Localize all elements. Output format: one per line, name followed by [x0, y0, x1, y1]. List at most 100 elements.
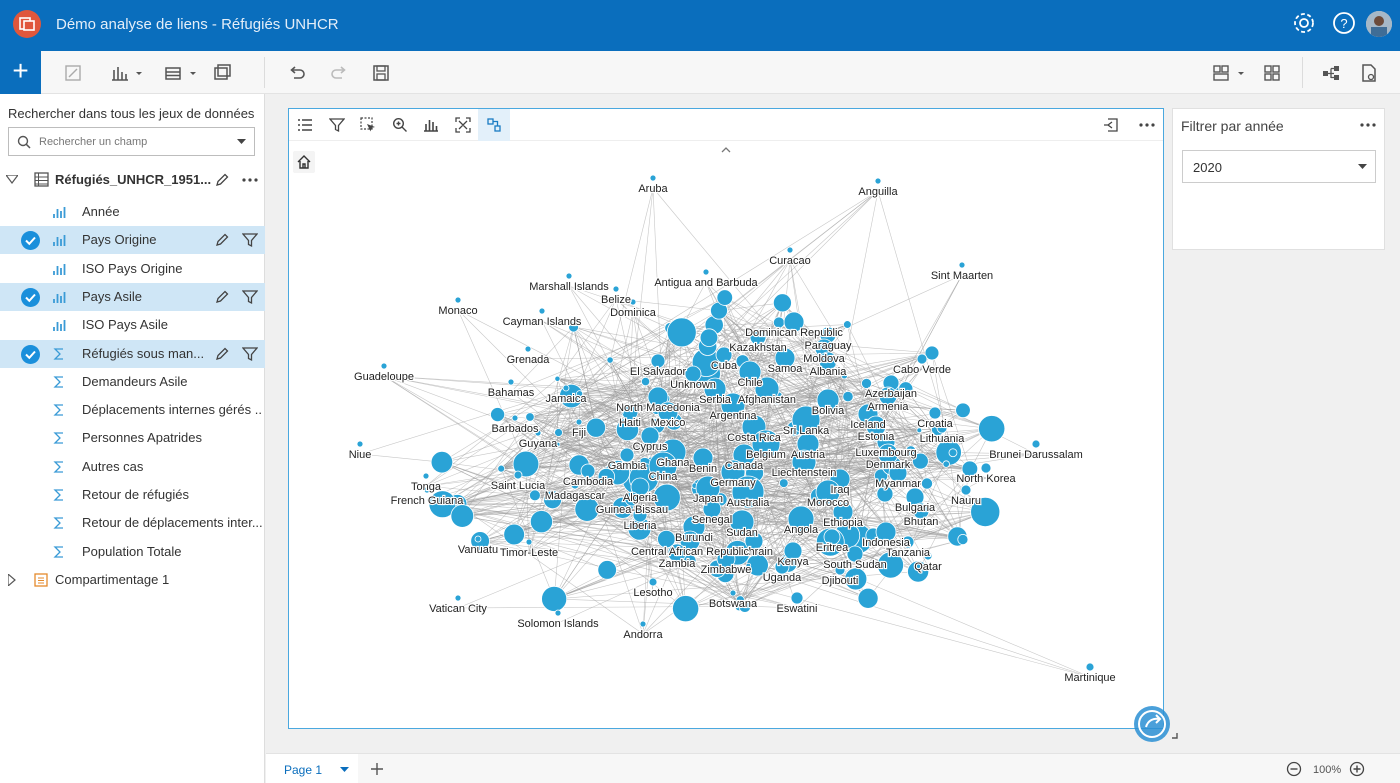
field-filter-icon[interactable]	[241, 346, 259, 362]
graph-node[interactable]	[513, 470, 523, 480]
graph-node[interactable]	[857, 587, 879, 609]
expand-caret-icon[interactable]	[6, 175, 18, 184]
graph-node[interactable]	[454, 296, 462, 304]
undo-icon[interactable]	[286, 62, 308, 84]
field-row[interactable]: Demandeurs Asile	[0, 368, 265, 396]
graph-node[interactable]	[778, 478, 789, 488]
graph-node[interactable]	[672, 595, 700, 623]
field-row[interactable]: Déplacements internes gérés ...	[0, 396, 265, 424]
graph-node[interactable]	[666, 317, 697, 348]
field-row[interactable]: ISO Pays Asile	[0, 311, 265, 339]
field-row[interactable]: Autres cas	[0, 453, 265, 481]
graph-node[interactable]	[422, 472, 430, 480]
field-row[interactable]: Pays Origine	[0, 226, 265, 255]
graph-node[interactable]	[955, 402, 971, 419]
graph-node[interactable]	[524, 345, 532, 353]
more-options-icon[interactable]	[241, 172, 259, 188]
graph-node[interactable]	[507, 378, 515, 386]
zoom-out-icon[interactable]	[1286, 761, 1302, 777]
link-chart-toggle[interactable]	[478, 109, 510, 141]
table-menu-icon[interactable]	[162, 62, 202, 84]
graph-node[interactable]	[575, 418, 583, 426]
year-filter-select[interactable]: 2020	[1182, 150, 1376, 183]
graph-node[interactable]	[786, 246, 794, 254]
field-filter-icon[interactable]	[241, 232, 259, 248]
checkmark-icon[interactable]	[21, 344, 40, 364]
help-icon[interactable]: ?	[1331, 10, 1357, 36]
chevron-down-icon[interactable]	[237, 139, 246, 145]
field-row[interactable]: Population Totale	[0, 538, 265, 566]
checkmark-icon[interactable]	[21, 287, 40, 307]
field-row[interactable]: Retour de déplacements inter...	[0, 509, 265, 537]
redo-icon[interactable]	[328, 62, 350, 84]
page-settings-icon[interactable]	[1358, 62, 1380, 84]
save-icon[interactable]	[370, 62, 392, 84]
selection-tool-icon[interactable]	[360, 117, 376, 133]
graph-node[interactable]	[554, 609, 562, 617]
graph-node[interactable]	[562, 384, 570, 392]
graph-node[interactable]	[541, 585, 568, 612]
binning-row[interactable]: Compartimentage 1	[0, 566, 265, 594]
graph-node[interactable]	[942, 460, 950, 468]
settings-gear-icon[interactable]	[1291, 10, 1317, 36]
graph-node[interactable]	[1031, 439, 1041, 449]
graph-node[interactable]	[565, 272, 573, 280]
zoom-in-icon[interactable]	[1349, 761, 1365, 777]
card-more-options-icon[interactable]	[1138, 117, 1156, 133]
graph-node[interactable]	[649, 174, 657, 182]
dataset-row[interactable]: Réfugiés_UNHCR_1951...	[0, 166, 265, 194]
graph-node[interactable]	[597, 560, 617, 580]
graph-node[interactable]	[978, 415, 1006, 443]
edit-pencil-icon[interactable]	[214, 289, 230, 305]
edit-pencil-icon[interactable]	[214, 232, 230, 248]
flip-card-icon[interactable]	[1103, 117, 1119, 133]
graph-node[interactable]	[874, 177, 882, 185]
graph-node[interactable]	[958, 261, 966, 269]
expand-caret-icon[interactable]	[8, 574, 16, 586]
model-view-icon[interactable]	[1320, 62, 1342, 84]
edit-pencil-icon[interactable]	[214, 346, 230, 362]
graph-node[interactable]	[554, 428, 563, 437]
graph-node[interactable]	[585, 417, 607, 438]
graph-node[interactable]	[980, 462, 992, 474]
field-filter-icon[interactable]	[241, 289, 259, 305]
checkmark-icon[interactable]	[21, 231, 40, 251]
user-avatar[interactable]	[1366, 11, 1392, 37]
graph-node[interactable]	[356, 440, 364, 448]
graph-node[interactable]	[612, 285, 620, 293]
add-button[interactable]: +	[0, 51, 41, 94]
page-menu-chevron-icon[interactable]	[340, 767, 349, 773]
field-row[interactable]: Pays Asile	[0, 282, 265, 311]
graph-node[interactable]	[957, 533, 969, 545]
graph-node[interactable]	[916, 353, 928, 365]
graph-node[interactable]	[497, 464, 506, 473]
page-tab[interactable]: Page 1	[266, 754, 358, 783]
graph-node[interactable]	[1085, 662, 1095, 672]
graph-node[interactable]	[490, 407, 506, 423]
graph-node[interactable]	[525, 538, 533, 546]
graph-node[interactable]	[639, 620, 647, 628]
chart-menu-icon[interactable]	[108, 62, 148, 84]
graph-node[interactable]	[920, 477, 933, 490]
graph-node[interactable]	[503, 523, 525, 546]
graph-node[interactable]	[772, 293, 792, 313]
graph-node[interactable]	[699, 328, 719, 347]
filter-icon[interactable]	[328, 117, 346, 133]
field-row[interactable]: Année	[0, 198, 265, 226]
graph-node[interactable]	[606, 356, 614, 364]
graph-node[interactable]	[454, 594, 462, 602]
graph-node[interactable]	[716, 289, 734, 306]
field-row[interactable]: Réfugiés sous man...	[0, 339, 265, 368]
fit-extent-icon[interactable]	[455, 117, 471, 133]
graph-node[interactable]	[525, 412, 535, 422]
graph-node[interactable]	[729, 589, 737, 597]
edit-layout-icon[interactable]	[62, 62, 84, 84]
share-card-icon[interactable]	[1128, 700, 1180, 748]
link-chart-graph[interactable]: Aruba Anguilla Curacao Sint Maarten Antigua …	[288, 141, 1164, 729]
graph-node[interactable]	[960, 484, 972, 496]
graph-node[interactable]	[529, 510, 554, 534]
duplicate-card-icon[interactable]	[211, 62, 233, 84]
graph-node[interactable]	[640, 376, 651, 387]
graph-node[interactable]	[702, 268, 710, 276]
field-row[interactable]: Retour de réfugiés	[0, 481, 265, 509]
